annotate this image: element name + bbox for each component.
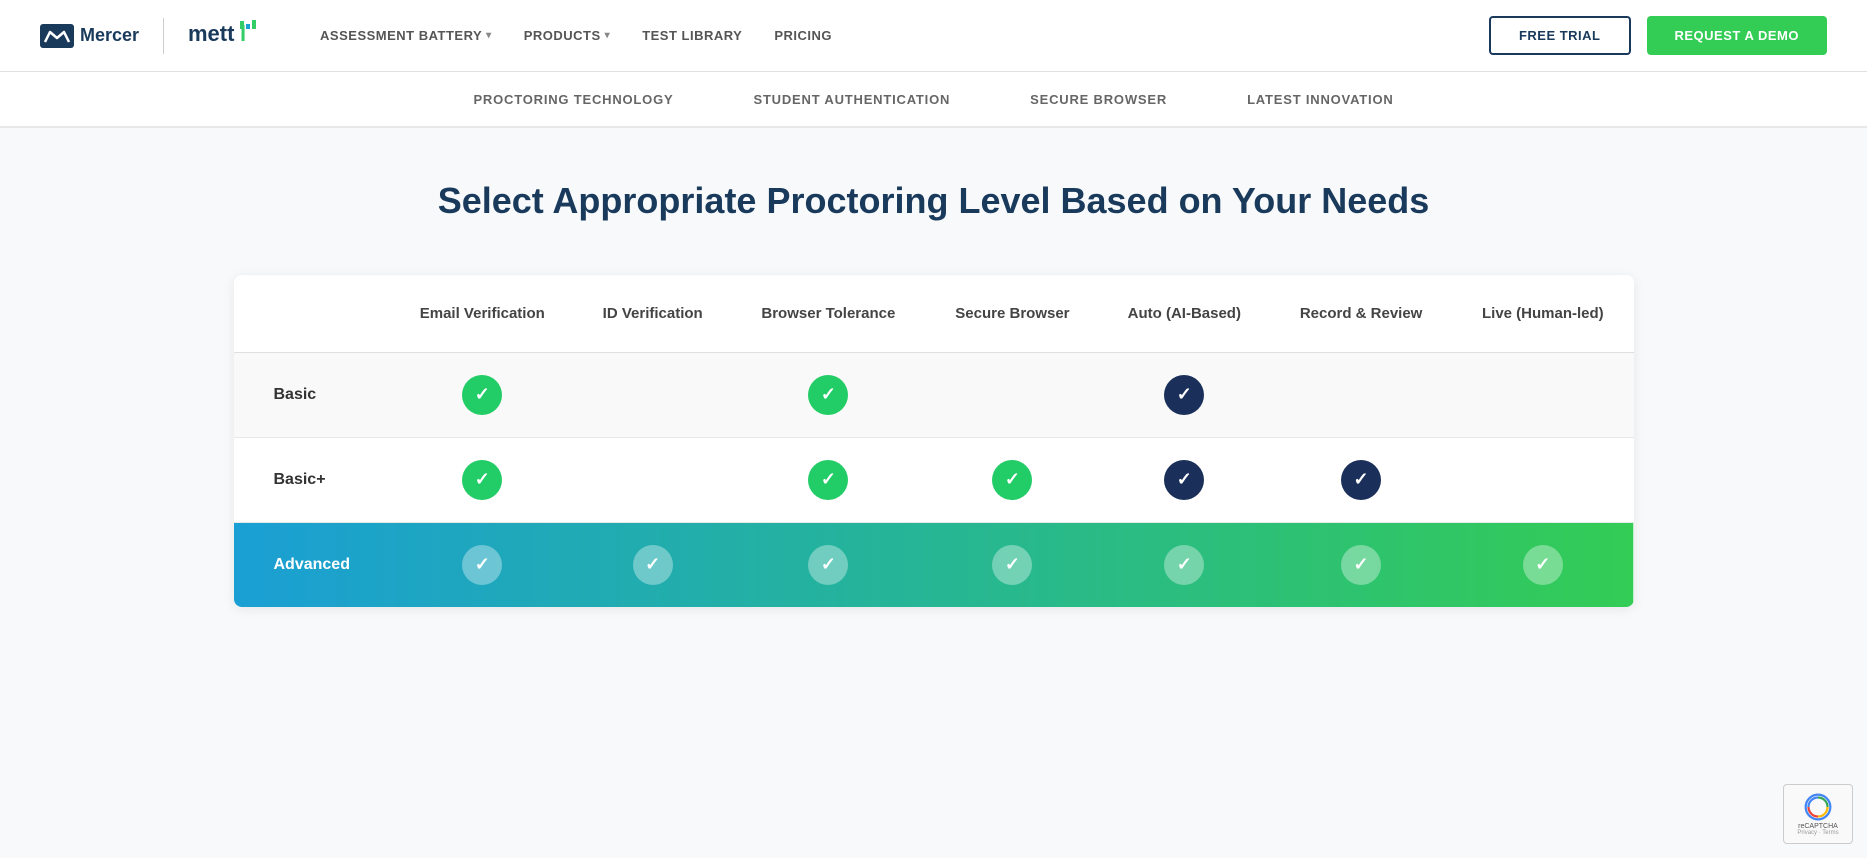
cell-basicplus-id [575, 437, 731, 522]
check-icon-dark [1164, 460, 1204, 500]
check-icon-green [808, 460, 848, 500]
col-header-email-verification: Email Verification [390, 275, 575, 353]
cell-basic-id [575, 352, 731, 437]
cell-advanced-auto [1099, 522, 1270, 607]
row-label-basic-plus: Basic+ [234, 437, 390, 522]
recaptcha-badge: reCAPTCHA Privacy · Terms [1783, 784, 1853, 844]
check-icon-white [808, 545, 848, 585]
check-icon-green [462, 375, 502, 415]
cell-basic-live [1452, 352, 1633, 437]
cell-advanced-secure [926, 522, 1098, 607]
nav-assessment-battery[interactable]: ASSESSMENT BATTERY ▾ [320, 28, 492, 43]
cell-basicplus-live [1452, 437, 1633, 522]
sub-nav-student-authentication[interactable]: STUDENT AUTHENTICATION [753, 84, 950, 115]
check-icon-dark [1164, 375, 1204, 415]
col-header-empty [234, 275, 390, 353]
col-header-auto-ai: Auto (AI-Based) [1099, 275, 1270, 353]
mercer-icon [40, 24, 74, 48]
cell-advanced-browser [731, 522, 927, 607]
row-label-advanced: Advanced [234, 522, 390, 607]
header-actions: FREE TRIAL REQUEST A DEMO [1489, 16, 1827, 55]
check-icon-white [1341, 545, 1381, 585]
cell-advanced-email [390, 522, 575, 607]
mercer-text: Mercer [80, 25, 139, 46]
cell-basicplus-auto [1099, 437, 1270, 522]
check-icon-white [1523, 545, 1563, 585]
sub-nav-proctoring-technology[interactable]: PROCTORING TECHNOLOGY [473, 84, 673, 115]
check-icon-green [992, 460, 1032, 500]
recaptcha-text: reCAPTCHA [1798, 823, 1838, 830]
cell-basic-browser [731, 352, 927, 437]
cell-basicplus-record [1270, 437, 1452, 522]
cell-basic-record [1270, 352, 1452, 437]
request-demo-button[interactable]: REQUEST A DEMO [1647, 16, 1828, 55]
header: Mercer mett l ASSESSMENT BATTERY ▾ PRODU… [0, 0, 1867, 72]
cell-advanced-record [1270, 522, 1452, 607]
cell-advanced-id [575, 522, 731, 607]
svg-text:mett: mett [188, 21, 235, 46]
main-content: Select Appropriate Proctoring Level Base… [0, 128, 1867, 858]
page-title: Select Appropriate Proctoring Level Base… [60, 178, 1807, 225]
mettl-icon: mett l [188, 19, 260, 47]
logo-divider [163, 18, 164, 54]
check-icon-white [462, 545, 502, 585]
check-icon-white [633, 545, 673, 585]
col-header-id-verification: ID Verification [575, 275, 731, 353]
cell-basicplus-secure [926, 437, 1098, 522]
col-header-live: Live (Human-led) [1452, 275, 1633, 353]
cell-advanced-live [1452, 522, 1633, 607]
nav-products[interactable]: PRODUCTS ▾ [524, 28, 610, 43]
table-row-basic-plus: Basic+ [234, 437, 1634, 522]
sub-nav-latest-innovation[interactable]: LATEST INNOVATION [1247, 84, 1393, 115]
table-header-row: Email Verification ID Verification Brows… [234, 275, 1634, 353]
privacy-terms-label[interactable]: Privacy · Terms [1797, 830, 1838, 836]
free-trial-button[interactable]: FREE TRIAL [1489, 16, 1631, 55]
table-row-basic: Basic [234, 352, 1634, 437]
cell-basic-auto [1099, 352, 1270, 437]
mettl-logo[interactable]: mett l [188, 19, 260, 53]
col-header-secure-browser: Secure Browser [926, 275, 1098, 353]
cell-basicplus-email [390, 437, 575, 522]
cell-basicplus-browser [731, 437, 927, 522]
check-icon-white [1164, 545, 1204, 585]
row-label-basic: Basic [234, 352, 390, 437]
col-header-browser-tolerance: Browser Tolerance [731, 275, 927, 353]
check-icon-dark [1341, 460, 1381, 500]
mercer-logo[interactable]: Mercer [40, 24, 139, 48]
recaptcha-icon [1804, 793, 1832, 821]
chevron-down-icon: ▾ [486, 30, 492, 41]
cell-basic-email [390, 352, 575, 437]
sub-nav-secure-browser[interactable]: SECURE BROWSER [1030, 84, 1167, 115]
nav-pricing[interactable]: PRICING [774, 28, 832, 43]
check-icon-white [992, 545, 1032, 585]
cell-basic-secure [926, 352, 1098, 437]
proctoring-level-table: Email Verification ID Verification Brows… [234, 275, 1634, 607]
main-nav: ASSESSMENT BATTERY ▾ PRODUCTS ▾ TEST LIB… [320, 28, 1489, 43]
sub-nav: PROCTORING TECHNOLOGY STUDENT AUTHENTICA… [0, 72, 1867, 128]
check-icon-green [808, 375, 848, 415]
col-header-record-review: Record & Review [1270, 275, 1452, 353]
chevron-down-icon: ▾ [605, 30, 611, 41]
table-row-advanced: Advanced [234, 522, 1634, 607]
logo-area: Mercer mett l [40, 18, 260, 54]
nav-test-library[interactable]: TEST LIBRARY [642, 28, 742, 43]
check-icon-green [462, 460, 502, 500]
